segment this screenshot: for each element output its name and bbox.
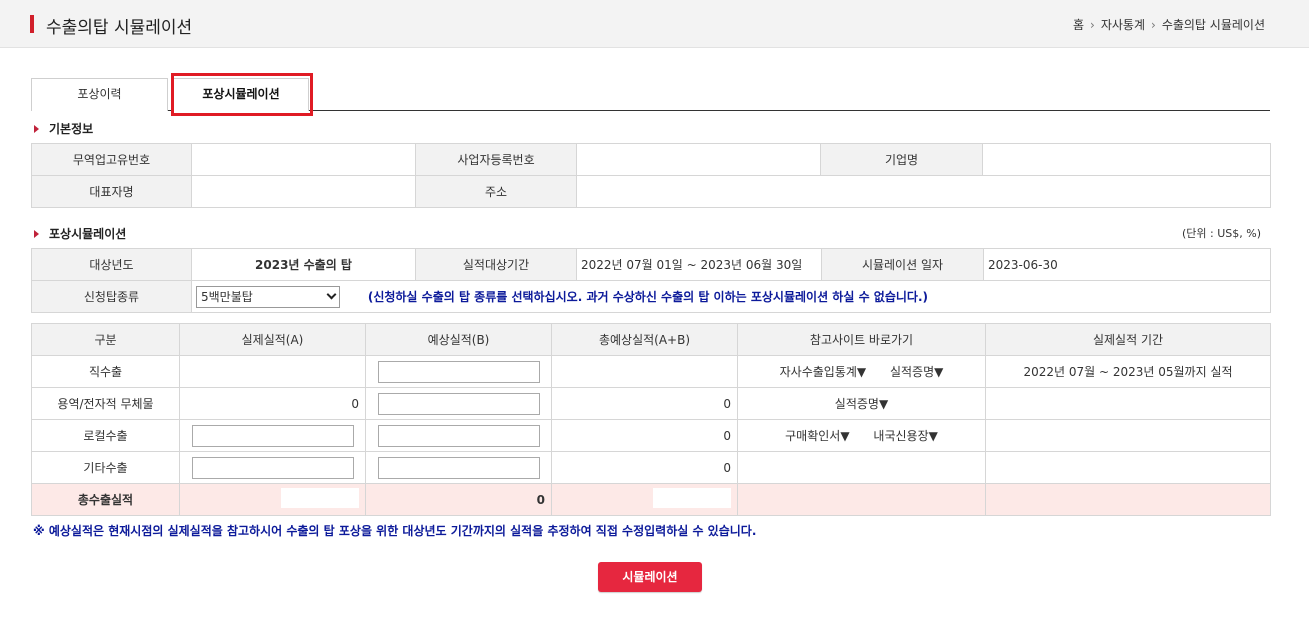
- col-header-total: 총예상실적(A+B): [551, 323, 738, 356]
- total-links: [737, 483, 986, 516]
- tower-type-cell: 5백만불탑 (신청하실 수출의 탑 종류를 선택하십시오. 과거 수상하신 수출…: [191, 280, 1271, 313]
- other-export-actual-input[interactable]: [191, 456, 354, 479]
- period-value: 2022년 07월 01일 ~ 2023년 06월 30일: [576, 248, 822, 281]
- direct-export-links: 자사수출입통계▼ 실적증명▼: [737, 355, 986, 388]
- local-export-links: 구매확인서▼ 내국신용장▼: [737, 419, 986, 452]
- other-export-links: [737, 451, 986, 484]
- tower-type-select[interactable]: 5백만불탑: [196, 285, 340, 308]
- breadcrumb-stats[interactable]: 자사통계: [1101, 16, 1145, 33]
- local-export-expected-cell: [365, 419, 552, 452]
- tab-bar: 포상이력 포상시뮬레이션: [31, 78, 1270, 111]
- chevron-right-icon: ›: [1151, 17, 1156, 32]
- total-row: 총수출실적 0: [31, 483, 1271, 516]
- sim-date-label: 시뮬레이션 일자: [821, 248, 984, 281]
- simulation-section-title: 포상시뮬레이션: [34, 225, 126, 242]
- period-label: 실적대상기간: [415, 248, 577, 281]
- unit-note: (단위 : US$, %): [1182, 227, 1261, 240]
- simulate-button[interactable]: 시뮬레이션: [598, 562, 702, 592]
- col-header-category: 구분: [31, 323, 180, 356]
- service-export-actual: 0: [179, 387, 366, 420]
- service-export-links: 실적증명▼: [737, 387, 986, 420]
- link-local-lc[interactable]: 내국신용장▼: [873, 429, 937, 443]
- link-performance-cert[interactable]: 실적증명▼: [835, 397, 888, 411]
- other-export-expected-cell: [365, 451, 552, 484]
- basic-info-section-title: 기본정보: [34, 120, 93, 137]
- footnote: ※ 예상실적은 현재시점의 실제실적을 참고하시어 수출의 탑 포상을 위한 대…: [33, 524, 757, 538]
- col-header-actual: 실제실적(A): [179, 323, 366, 356]
- local-export-actual-input[interactable]: [191, 424, 354, 447]
- local-export-total: 0: [551, 419, 738, 452]
- row-label-local-export: 로컬수출: [31, 419, 180, 452]
- triangle-right-icon: [34, 124, 39, 133]
- target-year-label: 대상년도: [31, 248, 192, 281]
- total-expected: 0: [365, 483, 552, 516]
- local-export-actual-cell: [179, 419, 366, 452]
- col-header-expected: 예상실적(B): [365, 323, 552, 356]
- chevron-down-icon: [326, 289, 337, 300]
- business-no-label: 사업자등록번호: [415, 143, 577, 176]
- row-label-service-export: 용역/전자적 무체물: [31, 387, 180, 420]
- trade-id-label: 무역업고유번호: [31, 143, 192, 176]
- total-sum: [551, 483, 738, 516]
- direct-export-expected-cell: [365, 355, 552, 388]
- export-result-table: 구분 실제실적(A) 예상실적(B) 총예상실적(A+B) 참고사이트 바로가기…: [31, 323, 1271, 516]
- direct-export-period: 2022년 07월 ~ 2023년 05월까지 실적: [985, 355, 1271, 388]
- address-value: [576, 175, 1271, 208]
- other-export-total: 0: [551, 451, 738, 484]
- service-export-expected-input[interactable]: [377, 392, 540, 415]
- table-row: 용역/전자적 무체물 0 0 실적증명▼: [31, 387, 1271, 420]
- address-label: 주소: [415, 175, 577, 208]
- col-header-links: 참고사이트 바로가기: [737, 323, 986, 356]
- link-own-trade-stats[interactable]: 자사수출입통계▼: [780, 365, 867, 379]
- link-purchase-confirmation[interactable]: 구매확인서▼: [785, 429, 849, 443]
- table-row: 기타수출 0: [31, 451, 1271, 484]
- company-value: [982, 143, 1271, 176]
- table-row: 직수출 자사수출입통계▼ 실적증명▼ 2022년 07월 ~ 2023년 05월…: [31, 355, 1271, 388]
- target-year-value: 2023년 수출의 탑: [191, 248, 416, 281]
- direct-export-actual: [179, 355, 366, 388]
- col-header-period: 실제실적 기간: [985, 323, 1271, 356]
- tower-type-label: 신청탑종류: [31, 280, 192, 313]
- link-performance-cert[interactable]: 실적증명▼: [890, 365, 943, 379]
- direct-export-expected-input[interactable]: [377, 360, 540, 383]
- company-label: 기업명: [820, 143, 983, 176]
- service-export-total: 0: [551, 387, 738, 420]
- table-row: 로컬수출 0 구매확인서▼ 내국신용장▼: [31, 419, 1271, 452]
- row-label-other-export: 기타수출: [31, 451, 180, 484]
- sim-date-value: 2023-06-30: [983, 248, 1271, 281]
- breadcrumb: 홈 › 자사통계 › 수출의탑 시뮬레이션: [1073, 16, 1265, 33]
- service-export-period: [985, 387, 1271, 420]
- breadcrumb-home[interactable]: 홈: [1073, 16, 1084, 33]
- other-export-actual-cell: [179, 451, 366, 484]
- row-label-total: 총수출실적: [31, 483, 180, 516]
- direct-export-total: [551, 355, 738, 388]
- chevron-right-icon: ›: [1090, 17, 1095, 32]
- title-accent-bar: [30, 15, 34, 33]
- tab-award-simulation[interactable]: 포상시뮬레이션: [173, 78, 309, 111]
- local-export-period: [985, 419, 1271, 452]
- simulation-info-table: 대상년도 2023년 수출의 탑 실적대상기간 2022년 07월 01일 ~ …: [31, 248, 1271, 313]
- business-no-value: [576, 143, 821, 176]
- ceo-value: [191, 175, 416, 208]
- tower-type-notice: (신청하실 수출의 탑 종류를 선택하십시오. 과거 수상하신 수출의 탑 이하…: [367, 290, 928, 304]
- other-export-period: [985, 451, 1271, 484]
- breadcrumb-current: 수출의탑 시뮬레이션: [1161, 18, 1265, 32]
- ceo-label: 대표자명: [31, 175, 192, 208]
- service-export-expected-cell: [365, 387, 552, 420]
- total-actual: [179, 483, 366, 516]
- row-label-direct-export: 직수출: [31, 355, 180, 388]
- page-title: 수출의탑 시뮬레이션: [46, 18, 193, 38]
- other-export-expected-input[interactable]: [377, 456, 540, 479]
- total-period: [985, 483, 1271, 516]
- triangle-right-icon: [34, 229, 39, 238]
- local-export-expected-input[interactable]: [377, 424, 540, 447]
- basic-info-table: 무역업고유번호 사업자등록번호 기업명 대표자명 주소: [31, 143, 1271, 208]
- trade-id-value: [191, 143, 416, 176]
- page-header: 수출의탑 시뮬레이션 홈 › 자사통계 › 수출의탑 시뮬레이션: [0, 0, 1309, 48]
- tab-award-history[interactable]: 포상이력: [31, 78, 168, 111]
